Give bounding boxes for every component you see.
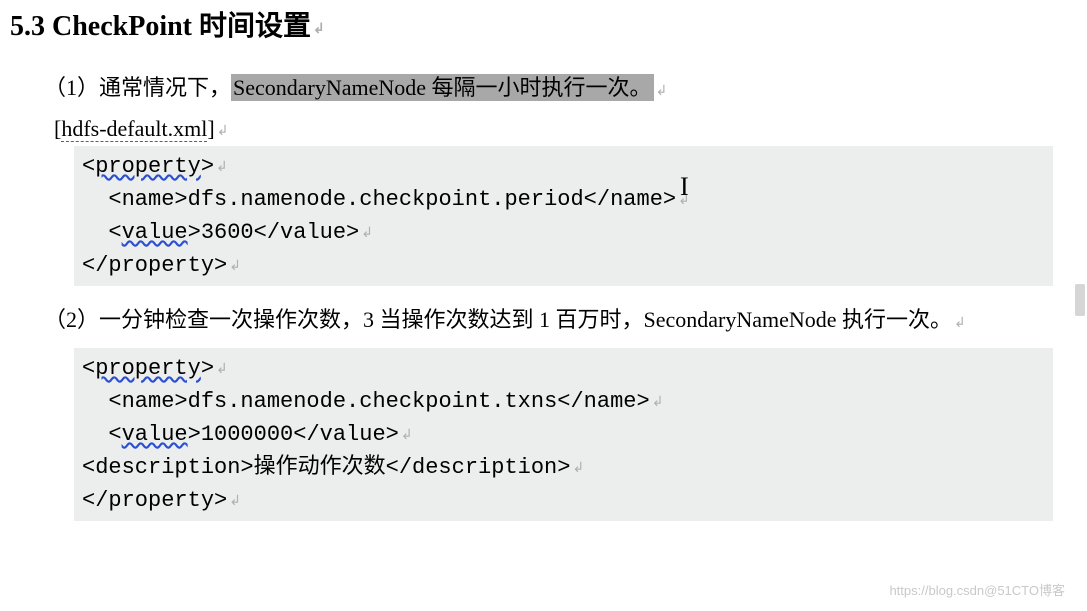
para2-text: （2）一分钟检查一次操作次数，3 当操作次数达到 1 百万时，Secondary…: [44, 307, 952, 332]
line-break-mark: ↲: [229, 492, 241, 508]
c1-l1a: <: [82, 154, 95, 179]
c1-l1c: >: [201, 154, 214, 179]
c1-property-tag: property: [95, 154, 201, 179]
line-break-mark: ↲: [229, 257, 241, 273]
line-break-mark: ↲: [361, 224, 373, 240]
line-break-mark: ↲: [216, 158, 228, 174]
file-name: hdfs-default.xml: [61, 116, 207, 142]
line-break-mark: ↲: [652, 393, 664, 409]
c2-l3a: <: [82, 422, 122, 447]
text-cursor-icon: I: [680, 172, 689, 202]
line-break-mark: ↲: [954, 314, 966, 330]
file-label: [hdfs-default.xml]↲: [54, 116, 1067, 142]
paragraph-2: （2）一分钟检查一次操作次数，3 当操作次数达到 1 百万时，Secondary…: [44, 298, 1067, 342]
c2-value-tag: value: [122, 422, 188, 447]
c1-value-tag: value: [122, 220, 188, 245]
c2-property-tag: property: [95, 356, 201, 381]
code-block-1: <property>↲ <name>dfs.namenode.checkpoin…: [74, 146, 1053, 286]
c2-l4: <description>操作动作次数</description>: [82, 455, 570, 480]
line-break-mark: ↲: [313, 20, 325, 36]
line-break-mark: ↲: [401, 426, 413, 442]
bracket-close: ]: [207, 116, 214, 141]
c1-l2: <name>dfs.namenode.checkpoint.period</na…: [82, 187, 676, 212]
code-block-2: <property>↲ <name>dfs.namenode.checkpoin…: [74, 348, 1053, 521]
line-break-mark: ↲: [572, 459, 584, 475]
heading-text: 5.3 CheckPoint 时间设置: [10, 11, 311, 42]
c2-l1c: >: [201, 356, 214, 381]
c2-l2: <name>dfs.namenode.checkpoint.txns</name…: [82, 389, 650, 414]
c1-l3c: >3600</value>: [188, 220, 360, 245]
para1-highlight: SecondaryNameNode 每隔一小时执行一次。: [231, 74, 654, 101]
line-break-mark: ↲: [217, 122, 229, 138]
c2-l3c: >1000000</value>: [188, 422, 399, 447]
paragraph-1: （1）通常情况下，SecondaryNameNode 每隔一小时执行一次。↲: [44, 66, 1067, 110]
line-break-mark: ↲: [656, 82, 668, 98]
line-break-mark: ↲: [216, 360, 228, 376]
c1-l3a: <: [82, 220, 122, 245]
scrollbar-thumb[interactable]: [1075, 284, 1085, 316]
c2-l1a: <: [82, 356, 95, 381]
section-heading: 5.3 CheckPoint 时间设置↲: [10, 4, 1067, 44]
c2-l5: </property>: [82, 488, 227, 513]
watermark-text: https://blog.csdn@51CTO博客: [889, 580, 1065, 599]
document-page: 5.3 CheckPoint 时间设置↲ （1）通常情况下，SecondaryN…: [0, 0, 1087, 611]
c1-l4: </property>: [82, 253, 227, 278]
para1-prefix: （1）通常情况下，: [44, 75, 231, 100]
